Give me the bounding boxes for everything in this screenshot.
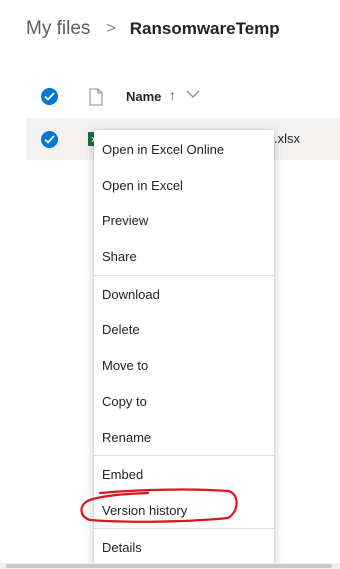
- name-column-header[interactable]: Name: [126, 89, 161, 104]
- menu-item-move-to[interactable]: Move to: [94, 347, 274, 383]
- menu-item-delete[interactable]: Delete: [94, 311, 274, 347]
- horizontal-scrollbar[interactable]: [0, 563, 340, 569]
- menu-item-preview[interactable]: Preview: [94, 202, 274, 238]
- select-all-checkbox[interactable]: [41, 88, 58, 105]
- file-name-extension[interactable]: .xlsx: [274, 131, 300, 146]
- menu-item-rename[interactable]: Rename: [94, 419, 274, 455]
- scrollbar-thumb[interactable]: [6, 564, 332, 568]
- list-header: Name ↑: [0, 80, 340, 114]
- checkmark-icon: [44, 135, 55, 144]
- checkmark-icon: [44, 92, 55, 101]
- menu-item-details[interactable]: Details: [94, 529, 274, 565]
- menu-item-copy-to[interactable]: Copy to: [94, 383, 274, 419]
- menu-item-version-history[interactable]: Version history: [94, 492, 274, 528]
- breadcrumb-current-folder: RansomwareTemp: [129, 19, 280, 38]
- file-type-icon: [89, 88, 103, 106]
- menu-item-open-in-excel-online[interactable]: Open in Excel Online: [94, 131, 274, 167]
- breadcrumb-chevron-icon: >: [106, 20, 116, 37]
- menu-item-download[interactable]: Download: [94, 276, 274, 312]
- context-menu: Open in Excel Online Open in Excel Previ…: [94, 130, 274, 569]
- breadcrumb-my-files[interactable]: My files: [26, 18, 90, 40]
- chevron-down-icon[interactable]: [186, 89, 200, 99]
- menu-item-share[interactable]: Share: [94, 238, 274, 274]
- row-checkbox[interactable]: [41, 131, 58, 148]
- menu-item-embed[interactable]: Embed: [94, 456, 274, 492]
- breadcrumb: My files > RansomwareTemp: [26, 16, 280, 42]
- sort-ascending-icon: ↑: [169, 87, 176, 103]
- menu-item-open-in-excel[interactable]: Open in Excel: [94, 167, 274, 203]
